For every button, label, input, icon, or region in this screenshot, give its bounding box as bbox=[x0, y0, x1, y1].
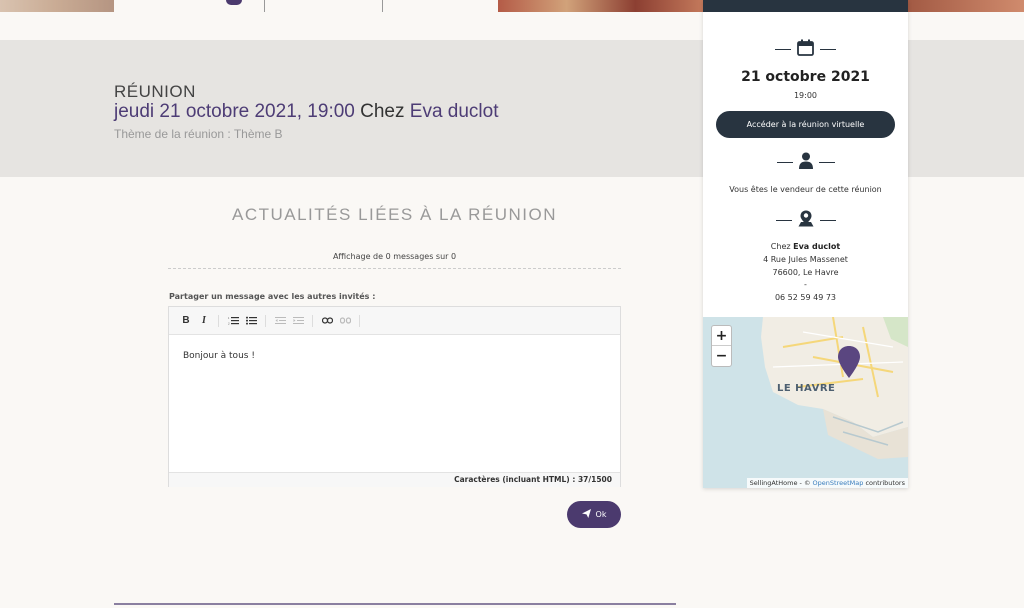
user-divider bbox=[703, 152, 908, 173]
user-icon bbox=[798, 152, 813, 173]
toolbar-separator bbox=[265, 314, 266, 327]
card-top-bar bbox=[703, 0, 908, 12]
messages-count: Affichage de 0 messages sur 0 bbox=[332, 252, 457, 261]
submit-label: Ok bbox=[595, 510, 607, 519]
virtual-meeting-button[interactable]: Accéder à la réunion virtuelle bbox=[716, 111, 895, 138]
bold-button[interactable]: B bbox=[179, 314, 193, 328]
location-divider bbox=[703, 210, 908, 231]
meeting-host: Eva duclot bbox=[409, 101, 499, 122]
meeting-theme: Thème de la réunion : Thème B bbox=[114, 127, 283, 141]
banner-photo bbox=[498, 0, 704, 12]
address-block: Chez Eva duclot 4 Rue Jules Massenet 766… bbox=[703, 241, 908, 305]
toolbar-separator bbox=[312, 314, 313, 327]
send-icon bbox=[581, 509, 591, 520]
editor-toolbar: B I 12 bbox=[169, 307, 620, 335]
map-marker-icon bbox=[798, 210, 814, 231]
meeting-kicker: RÉUNION bbox=[114, 82, 196, 101]
meeting-datetime: jeudi 21 octobre 2021, 19:00 bbox=[114, 101, 355, 122]
submit-button[interactable]: Ok bbox=[567, 501, 621, 528]
host-name: Eva duclot bbox=[793, 242, 841, 251]
map-city-label: LE HAVRE bbox=[777, 383, 836, 394]
toolbar-separator bbox=[218, 314, 219, 327]
indent-icon[interactable] bbox=[291, 314, 305, 328]
calendar-divider bbox=[703, 39, 908, 60]
meeting-title: jeudi 21 octobre 2021, 19:00 Chez Eva du… bbox=[114, 101, 499, 123]
logo-mark bbox=[226, 0, 242, 5]
location-map[interactable]: + − LE HAVRE SellingAtHome - © OpenStree… bbox=[703, 317, 908, 488]
banner-photo bbox=[0, 0, 114, 12]
nav-divider bbox=[382, 0, 383, 12]
nav-divider bbox=[264, 0, 265, 12]
unlink-icon[interactable] bbox=[338, 314, 352, 328]
outdent-icon[interactable] bbox=[273, 314, 287, 328]
banner-photo bbox=[908, 0, 1024, 12]
share-label: Partager un message avec les autres invi… bbox=[169, 292, 376, 301]
bullet-list-icon[interactable] bbox=[244, 314, 258, 328]
map-tiles bbox=[703, 317, 908, 488]
address-city: 76600, Le Havre bbox=[772, 267, 839, 277]
link-icon[interactable] bbox=[320, 314, 334, 328]
zoom-out-button[interactable]: − bbox=[712, 346, 731, 366]
message-editor: B I 12 Bonjour à tous ! Caractères (incl… bbox=[168, 306, 621, 487]
map-attribution: SellingAtHome - © OpenStreetMap contribu… bbox=[746, 478, 908, 488]
card-time: 19:00 bbox=[793, 91, 818, 100]
ordered-list-icon[interactable]: 12 bbox=[226, 314, 240, 328]
zoom-in-button[interactable]: + bbox=[712, 326, 731, 346]
meeting-chez: Chez bbox=[360, 101, 405, 122]
calendar-icon bbox=[797, 39, 814, 60]
editor-textarea[interactable]: Bonjour à tous ! bbox=[169, 335, 620, 472]
svg-text:2: 2 bbox=[228, 322, 230, 326]
footer-divider bbox=[114, 603, 676, 605]
address-dash: - bbox=[804, 280, 807, 290]
map-pin-icon[interactable] bbox=[837, 346, 861, 378]
seller-notice: Vous êtes le vendeur de cette réunion bbox=[729, 185, 882, 194]
address-host: Chez Eva duclot bbox=[770, 242, 841, 251]
italic-button[interactable]: I bbox=[197, 314, 211, 328]
zoom-control: + − bbox=[711, 325, 732, 367]
svg-text:1: 1 bbox=[228, 316, 230, 320]
news-section-title: ACTUALITÉS LIÉES À LA RÉUNION bbox=[231, 205, 558, 224]
meeting-card: 21 octobre 2021 19:00 Accéder à la réuni… bbox=[703, 0, 908, 488]
osm-link[interactable]: OpenStreetMap bbox=[813, 479, 864, 487]
toolbar-separator bbox=[359, 314, 360, 327]
char-counter: Caractères (incluant HTML) : 37/1500 bbox=[169, 472, 620, 487]
address-street: 4 Rue Jules Massenet bbox=[763, 254, 848, 264]
phone-number: 06 52 59 49 73 bbox=[774, 293, 837, 303]
card-date: 21 octobre 2021 bbox=[741, 69, 870, 85]
divider bbox=[168, 268, 621, 269]
